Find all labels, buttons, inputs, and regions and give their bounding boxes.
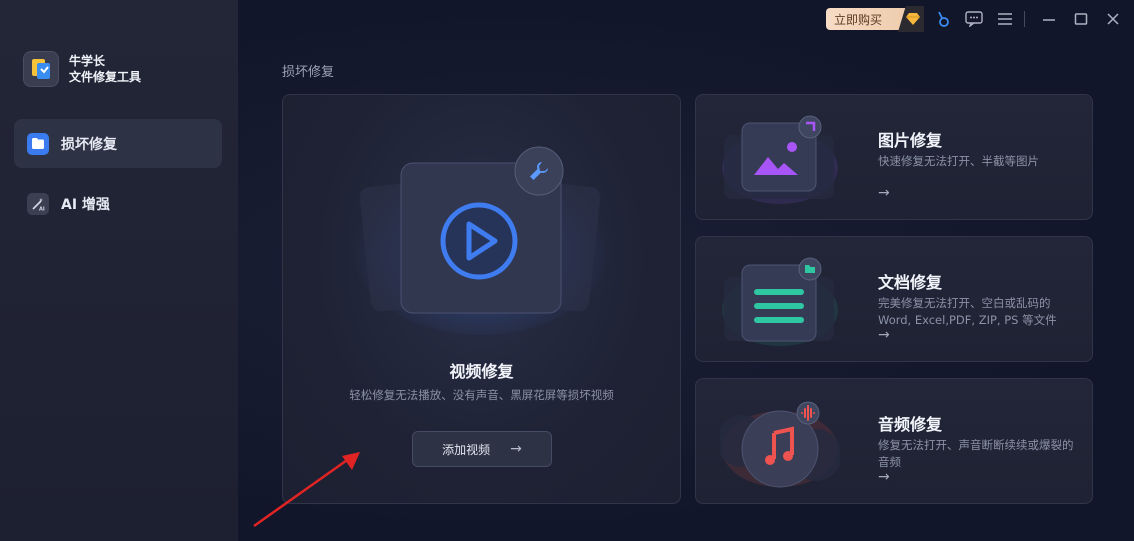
add-video-label: 添加视频 [442, 442, 491, 457]
folder-icon [27, 132, 49, 155]
nav-label: AI 增强 [61, 196, 110, 213]
sidebar: 牛学长 文件修复工具 损坏修复 AI AI 增强 [0, 0, 238, 541]
image-repair-title: 图片修复 [878, 131, 943, 150]
arrow-right-icon: → [878, 327, 890, 343]
audio-repair-title: 音频修复 [878, 415, 943, 434]
brand-name: 牛学长 [69, 54, 106, 68]
audio-repair-card[interactable]: 音频修复 修复无法打开、声音断断续续或爆裂的音频 → [695, 378, 1093, 504]
annotation-arrow-icon [253, 452, 360, 528]
titlebar-divider [1024, 11, 1025, 27]
menu-icon[interactable] [995, 9, 1015, 29]
image-icon [722, 115, 838, 204]
main-content: 立即购买 损坏修复 视频修复 轻松修复无法播放、没有声音、黑屏花屏等损坏视频 添… [238, 0, 1134, 541]
app-logo-icon [23, 51, 59, 87]
maximize-icon[interactable] [1071, 9, 1091, 29]
close-icon[interactable] [1103, 9, 1123, 29]
music-note-icon [720, 401, 840, 488]
document-repair-card[interactable]: 文档修复 完美修复无法打开、空白或乱码的 Word, Excel,PDF, ZI… [695, 236, 1093, 362]
add-video-button[interactable]: 添加视频 → [412, 431, 552, 467]
minimize-icon[interactable] [1039, 9, 1059, 29]
document-repair-title: 文档修复 [878, 273, 943, 292]
arrow-right-icon: → [510, 441, 522, 457]
diamond-icon [898, 6, 924, 32]
document-icon [722, 257, 838, 346]
arrow-right-icon: → [878, 185, 890, 201]
document-repair-desc: 完美修复无法打开、空白或乱码的 Word, Excel,PDF, ZIP, PS… [878, 296, 1057, 327]
video-illustration [351, 146, 611, 335]
video-repair-subtitle: 轻松修复无法播放、没有声音、黑屏花屏等损坏视频 [349, 388, 614, 402]
buy-now-button[interactable]: 立即购买 [826, 6, 924, 32]
svg-text:AI: AI [39, 206, 45, 211]
brand: 牛学长 文件修复工具 [23, 51, 141, 87]
magic-wand-icon: AI [27, 192, 49, 215]
nav-item-ai-enhance[interactable]: AI AI 增强 [14, 179, 222, 228]
buy-now-label: 立即购买 [834, 12, 883, 27]
video-repair-title: 视频修复 [449, 362, 514, 381]
support-icon[interactable] [932, 9, 952, 29]
feedback-icon[interactable] [964, 9, 984, 29]
section-title: 损坏修复 [282, 65, 335, 80]
wrench-icon [527, 159, 551, 187]
image-repair-desc: 快速修复无法打开、半截等图片 [878, 154, 1039, 168]
nav-item-repair[interactable]: 损坏修复 [14, 119, 222, 168]
image-repair-card[interactable]: 图片修复 快速修复无法打开、半截等图片 → [695, 94, 1093, 220]
audio-repair-desc: 修复无法打开、声音断断续续或爆裂的音频 [878, 438, 1074, 469]
arrow-right-icon: → [878, 469, 890, 485]
nav-label: 损坏修复 [61, 136, 117, 153]
brand-subtitle: 文件修复工具 [69, 70, 142, 84]
video-repair-card[interactable]: 视频修复 轻松修复无法播放、没有声音、黑屏花屏等损坏视频 添加视频 → [282, 94, 681, 504]
